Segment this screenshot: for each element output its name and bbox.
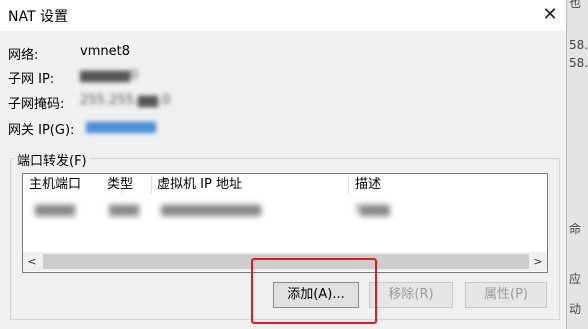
dialog-title: NAT 设置 bbox=[8, 9, 68, 25]
background-text: 58. bbox=[569, 38, 588, 52]
column-header-host-port[interactable]: 主机端口 bbox=[29, 174, 81, 196]
network-value: vmnet8 bbox=[80, 44, 130, 59]
type-cell: ▆▆▆ bbox=[109, 202, 139, 217]
network-label: 网络: bbox=[8, 48, 39, 63]
nat-settings-dialog: NAT 设置 ✕ 网络: vmnet8 子网 IP: ▆▆▆▆▆0 子网掩码: … bbox=[0, 0, 567, 329]
close-icon[interactable]: ✕ bbox=[536, 2, 564, 28]
gateway-value[interactable]: ▆▆▆▆▆▆▆ bbox=[86, 119, 156, 134]
column-separator bbox=[348, 176, 349, 194]
title-bar: NAT 设置 ✕ bbox=[0, 0, 566, 31]
background-text: 应 bbox=[569, 272, 582, 286]
remove-button[interactable]: 移除(R) bbox=[369, 282, 453, 308]
background-text: 也 bbox=[569, 0, 582, 10]
table-row[interactable]: ▆▆▆▆ ▆▆▆ ▆▆▆▆▆▆▆▆▆▆ f▆▆▆ bbox=[23, 198, 547, 228]
column-separator bbox=[151, 176, 152, 194]
highlight-box bbox=[251, 258, 377, 324]
background-text: 58. bbox=[569, 56, 588, 70]
host-port-cell: ▆▆▆▆ bbox=[35, 202, 75, 217]
description-cell: f▆▆▆ bbox=[355, 202, 390, 217]
subnet-ip-label: 子网 IP: bbox=[8, 72, 55, 87]
properties-button[interactable]: 属性(P) bbox=[465, 282, 547, 308]
column-header-vm-ip[interactable]: 虚拟机 IP 地址 bbox=[157, 174, 242, 196]
subnet-mask-label: 子网掩码: bbox=[8, 97, 65, 112]
subnet-mask-value: 255.255.▆▆.0 bbox=[80, 93, 171, 108]
subnet-ip-value: ▆▆▆▆▆0 bbox=[80, 68, 139, 83]
background-window-edge: 也 58. 58. 命 应 动 bbox=[567, 0, 588, 329]
column-header-type[interactable]: 类型 bbox=[107, 174, 133, 196]
background-text: 命 bbox=[569, 222, 582, 236]
port-forwarding-label: 端口转发(F) bbox=[14, 150, 90, 169]
scroll-left-icon[interactable]: < bbox=[23, 252, 41, 271]
gateway-label: 网关 IP(G): bbox=[8, 123, 75, 138]
background-text: 动 bbox=[569, 302, 582, 316]
scroll-right-icon[interactable]: > bbox=[529, 252, 547, 271]
column-header-description[interactable]: 描述 bbox=[355, 174, 381, 196]
vm-ip-cell: ▆▆▆▆▆▆▆▆▆▆ bbox=[161, 202, 261, 217]
